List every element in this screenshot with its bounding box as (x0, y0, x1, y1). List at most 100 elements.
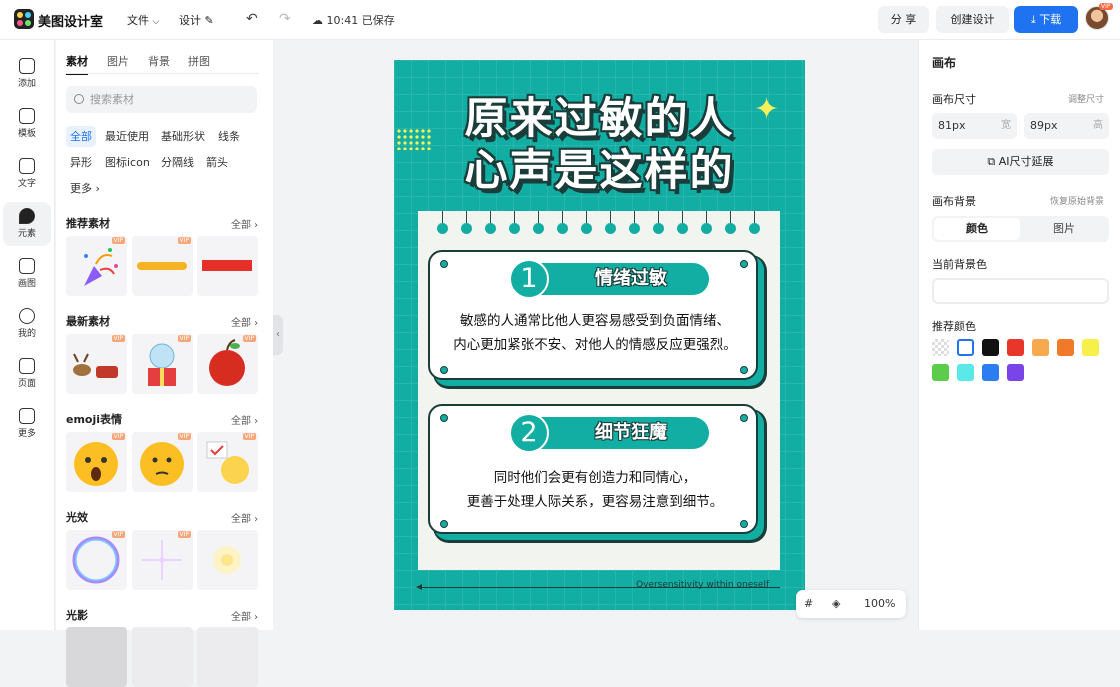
binder-ring-icon (485, 223, 496, 234)
nav-mine[interactable]: 我的 (3, 302, 51, 346)
binder-ring-icon (749, 223, 760, 234)
nav-text[interactable]: 文字 (3, 152, 51, 196)
current-bg-color-swatch[interactable] (932, 278, 1109, 304)
footer-text[interactable]: Oversensitivity within oneself (636, 580, 769, 590)
card-heading: 细节狂魔 (595, 422, 667, 443)
swatch-orange[interactable] (1057, 339, 1074, 356)
swatch-white[interactable] (957, 339, 974, 356)
bg-type-image[interactable]: 图片 (1021, 218, 1107, 240)
nav-template[interactable]: 模板 (3, 102, 51, 146)
asset-thumb-shadow[interactable] (66, 627, 127, 687)
info-card-2[interactable]: 2 细节狂魔 同时他们会更有创造力和同情心， 更善于处理人际关系，更容易注意到细… (428, 404, 758, 534)
user-icon (19, 308, 35, 324)
asset-thumb-red-bar[interactable] (197, 236, 258, 296)
see-all-label: 全部 (231, 514, 251, 525)
tab-images[interactable]: 图片 (107, 53, 129, 69)
left-nav: 添加 模板 文字 元素 画图 我的 页面 更多 (0, 40, 55, 630)
create-design-button[interactable]: 创建设计 (936, 6, 1009, 33)
chip-lines[interactable]: 线条 (214, 126, 244, 147)
see-all-link[interactable]: 全部 › (231, 314, 258, 329)
chip-all[interactable]: 全部 (66, 126, 96, 147)
asset-thumb-snow-globe[interactable]: VIP (132, 334, 193, 394)
binder-ring-icon (437, 223, 448, 234)
restore-bg-link[interactable]: 恢复原始背景 (1050, 194, 1104, 207)
design-menu[interactable]: 设计 ✎ (179, 12, 214, 28)
swatch-light-orange[interactable] (1032, 339, 1049, 356)
notebook-paper[interactable]: 1 情绪过敏 敏感的人通常比他人更容易感受到负面情绪、 内心更加紧张不安、对他人… (418, 211, 780, 570)
asset-thumb-shadow[interactable] (197, 627, 258, 687)
collapse-panel-handle[interactable]: ‹ (273, 315, 283, 355)
undo-icon[interactable]: ↶ (246, 11, 258, 27)
nav-add[interactable]: 添加 (3, 52, 51, 96)
sparkle-star-icon[interactable]: ✦ (754, 92, 779, 127)
dot-pattern-decoration[interactable] (396, 128, 432, 150)
swatch-green[interactable] (932, 364, 949, 381)
see-all-label: 全部 (231, 416, 251, 427)
tab-collage[interactable]: 拼图 (188, 53, 210, 69)
nav-draw[interactable]: 画图 (3, 252, 51, 296)
see-all-link[interactable]: 全部 › (231, 608, 258, 623)
binder-ring-icon (557, 223, 568, 234)
poster-canvas[interactable]: 原来过敏的人 心声是这样的 ✦ 1 情绪过敏 敏感的人通常比他人更容易感受到负面… (394, 60, 805, 610)
card-body-line: 同时他们会更有创造力和同情心， (493, 470, 697, 486)
nav-elements[interactable]: 元素 (3, 202, 51, 246)
poster-title-line2[interactable]: 心声是这样的 (394, 136, 805, 198)
asset-thumb-emoji-chick[interactable]: VIP (197, 432, 258, 492)
asset-thumb-party-popper[interactable]: VIP (66, 236, 127, 296)
tab-materials[interactable]: 素材 (66, 53, 88, 75)
resize-link[interactable]: 调整尺寸 (1068, 92, 1104, 105)
see-all-link[interactable]: 全部 › (231, 412, 258, 427)
chevron-down-icon: ⌵ (152, 17, 160, 27)
chevron-right-icon: › (95, 182, 100, 195)
share-button[interactable]: 分 享 (878, 6, 929, 33)
info-card-1[interactable]: 1 情绪过敏 敏感的人通常比他人更容易感受到负面情绪、 内心更加紧张不安、对他人… (428, 250, 758, 380)
chip-basic-shapes[interactable]: 基础形状 (157, 126, 209, 147)
card-corner-dot (440, 260, 448, 268)
asset-thumb-sleigh[interactable]: VIP (66, 334, 127, 394)
swatch-transparent[interactable] (932, 339, 949, 356)
chip-dividers[interactable]: 分隔线 (157, 152, 198, 173)
search-input[interactable]: 搜索素材 (66, 86, 257, 113)
see-all-label: 全部 (231, 318, 251, 329)
zoom-level[interactable]: 100% (864, 597, 895, 610)
chip-recent[interactable]: 最近使用 (101, 126, 153, 147)
swatch-blue[interactable] (982, 364, 999, 381)
redo-icon[interactable]: ↷ (279, 11, 291, 27)
asset-thumb-sparkle[interactable]: VIP (132, 530, 193, 590)
chip-irregular[interactable]: 异形 (66, 152, 96, 173)
snow-globe-icon (148, 343, 176, 386)
asset-thumb-shadow[interactable] (132, 627, 193, 687)
download-button[interactable]: ⤓ 下载 (1014, 6, 1078, 33)
tab-backgrounds[interactable]: 背景 (148, 53, 170, 69)
swatch-black[interactable] (982, 339, 999, 356)
bg-type-color[interactable]: 颜色 (934, 218, 1020, 240)
layers-icon[interactable]: ◈ (832, 597, 840, 610)
binder-ring-icon (461, 223, 472, 234)
ai-size-extend-button[interactable]: ⧉ AI尺寸延展 (932, 149, 1109, 175)
chip-icons[interactable]: 图标icon (101, 152, 154, 173)
nav-page[interactable]: 页面 (3, 352, 51, 396)
asset-thumb-bubble[interactable]: VIP (66, 530, 127, 590)
asset-thumb-emoji-thinking[interactable]: VIP (132, 432, 193, 492)
swatch-purple[interactable] (1007, 364, 1024, 381)
asset-thumb-emoji-scared[interactable]: VIP (66, 432, 127, 492)
width-input[interactable]: 81px 宽 (932, 113, 1017, 139)
asset-thumb-brush-stroke[interactable]: VIP (132, 236, 193, 296)
nav-more[interactable]: 更多 (3, 402, 51, 446)
height-unit: 高 (1093, 120, 1103, 131)
see-all-link[interactable]: 全部 › (231, 510, 258, 525)
see-all-link[interactable]: 全部 › (231, 216, 258, 231)
grid-icon[interactable]: # (804, 597, 813, 610)
vip-tag: VIP (111, 531, 125, 538)
chip-arrows[interactable]: 箭头 (202, 152, 232, 173)
swatch-cyan[interactable] (957, 364, 974, 381)
asset-thumb-glow[interactable] (197, 530, 258, 590)
save-status: ☁ 10:41 已保存 (312, 12, 395, 28)
swatch-yellow[interactable] (1082, 339, 1099, 356)
height-input[interactable]: 89px 高 (1024, 113, 1109, 139)
swatch-red[interactable] (1007, 339, 1024, 356)
app-logo-icon[interactable] (14, 9, 34, 29)
chip-more[interactable]: 更多 › (66, 178, 104, 199)
asset-thumb-apple[interactable]: VIP (197, 334, 258, 394)
file-menu[interactable]: 文件 ⌵ (127, 12, 159, 28)
